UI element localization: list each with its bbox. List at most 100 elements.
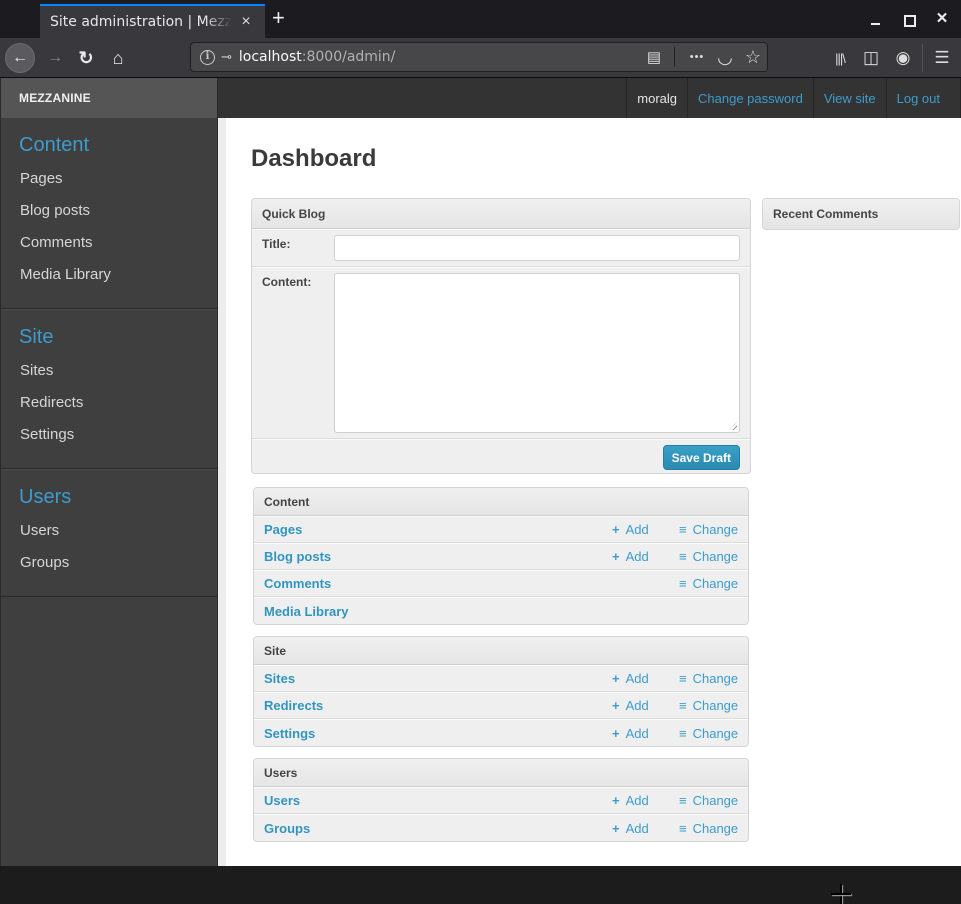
add-link[interactable]: + Add: [612, 726, 649, 741]
model-row: Redirects + Add ≡ Change: [254, 692, 748, 719]
plus-icon: +: [612, 725, 620, 741]
change-link[interactable]: ≡ Change: [679, 522, 738, 537]
change-link[interactable]: ≡ Change: [679, 793, 738, 808]
change-label: Change: [692, 522, 739, 537]
site-info-icon[interactable]: i: [200, 49, 215, 65]
url-path: :8000/admin/: [301, 49, 396, 65]
model-link-pages[interactable]: Pages: [254, 522, 302, 537]
url-separator: [674, 47, 675, 67]
list-icon: ≡: [679, 820, 687, 836]
model-link-settings[interactable]: Settings: [254, 726, 315, 741]
more-actions-icon[interactable]: •••: [683, 51, 711, 63]
add-link[interactable]: + Add: [612, 522, 649, 537]
model-link-comments[interactable]: Comments: [254, 576, 331, 591]
content-textarea[interactable]: [334, 273, 740, 433]
add-label: Add: [625, 725, 649, 741]
sidebar-item-settings[interactable]: Settings: [1, 424, 217, 456]
change-label: Change: [692, 793, 739, 808]
list-icon: ≡: [679, 576, 687, 591]
model-row: Users + Add ≡ Change: [254, 787, 748, 814]
change-link[interactable]: ≡ Change: [679, 726, 738, 741]
quick-blog-panel: Quick Blog Title: Content: Save Draft: [251, 198, 751, 474]
change-password-link[interactable]: Change password: [687, 78, 813, 118]
admin-sidebar: MEZZANINE Content Pages Blog posts Comments…: [0, 78, 218, 866]
sidebar-heading: Content: [19, 134, 90, 156]
sidebar-item-media-library[interactable]: Media Library: [1, 264, 217, 296]
change-link[interactable]: ≡ Change: [679, 671, 738, 686]
change-label: Change: [692, 698, 739, 713]
save-draft-button[interactable]: Save Draft: [662, 445, 740, 470]
plus-icon: +: [612, 698, 620, 713]
admin-topbar: moralg Change password View site Log out: [218, 78, 961, 118]
model-link-blog-posts[interactable]: Blog posts: [254, 549, 331, 564]
list-icon: ≡: [679, 793, 687, 808]
sidebar-item-blog-posts[interactable]: Blog posts: [1, 200, 217, 232]
home-button[interactable]: ⌂: [103, 43, 133, 73]
bookmark-star-icon[interactable]: ☆: [739, 47, 767, 68]
change-link[interactable]: ≡ Change: [679, 698, 738, 713]
sidebar-item-comments[interactable]: Comments: [1, 232, 217, 264]
sidebar-heading: Users: [19, 486, 72, 508]
back-button[interactable]: ←: [5, 43, 35, 73]
browser-tab-active[interactable]: Site administration | Mezzanine ×: [40, 4, 265, 38]
window-minimize-button[interactable]: [866, 10, 884, 28]
menu-button[interactable]: ☰: [928, 43, 956, 73]
plus-icon: +: [612, 549, 620, 564]
list-icon: ≡: [679, 671, 687, 686]
change-link[interactable]: ≡ Change: [679, 576, 738, 591]
library-button[interactable]: |||\: [826, 43, 854, 73]
tab-close-icon[interactable]: ×: [237, 13, 255, 31]
sidebar-heading: Site: [19, 326, 54, 348]
model-link-media-library[interactable]: Media Library: [254, 604, 349, 619]
list-icon: ≡: [679, 522, 687, 537]
sidebar-toggle-button[interactable]: ◫: [857, 43, 885, 73]
add-link[interactable]: + Add: [612, 549, 649, 564]
add-link[interactable]: + Add: [612, 671, 649, 686]
sidebar-section-users: Users Users Groups: [1, 469, 217, 597]
resize-grip-icon[interactable]: [729, 422, 737, 430]
sidebar-item-sites[interactable]: Sites: [1, 360, 217, 392]
reload-button[interactable]: ↻: [71, 43, 101, 73]
crosshair-cursor-icon: [831, 884, 851, 904]
add-link[interactable]: + Add: [612, 698, 649, 713]
app-module-site: Site Sites + Add ≡ Change Redirects + Add ≡ Change…: [253, 636, 749, 747]
title-input[interactable]: [334, 235, 740, 261]
window-close-button[interactable]: ✕: [933, 10, 951, 28]
hamburger-menu-icon: ☰: [934, 48, 950, 67]
content-gutter: [218, 118, 226, 866]
change-link[interactable]: ≡ Change: [679, 549, 738, 564]
toolbar-separator: [922, 44, 923, 72]
app-module-heading: Content: [254, 488, 748, 516]
pocket-icon[interactable]: ◡: [711, 47, 739, 68]
account-button[interactable]: ◉: [889, 43, 917, 73]
model-link-groups[interactable]: Groups: [254, 821, 310, 836]
model-link-redirects[interactable]: Redirects: [254, 698, 323, 713]
sidebar-item-pages[interactable]: Pages: [1, 168, 217, 200]
sidebar-item-groups[interactable]: Groups: [1, 552, 217, 584]
view-site-link[interactable]: View site: [812, 78, 886, 118]
url-text[interactable]: localhost:8000/admin/: [239, 49, 396, 65]
title-label: Title:: [262, 237, 291, 251]
model-link-sites[interactable]: Sites: [254, 671, 295, 686]
model-link-users[interactable]: Users: [254, 793, 300, 808]
new-tab-button[interactable]: +: [272, 7, 285, 29]
tab-title: Site administration | Mezzanine: [50, 14, 232, 30]
model-row: Pages + Add ≡ Change: [254, 516, 748, 543]
sidebar-item-users[interactable]: Users: [1, 520, 217, 552]
reader-view-icon[interactable]: ▤: [640, 48, 668, 66]
sidebar-item-redirects[interactable]: Redirects: [1, 392, 217, 424]
change-label: Change: [692, 549, 739, 564]
change-label: Change: [692, 671, 739, 686]
log-out-link[interactable]: Log out: [885, 78, 961, 118]
window-maximize-button[interactable]: [900, 10, 918, 28]
add-link[interactable]: + Add: [612, 821, 649, 836]
change-link[interactable]: ≡ Change: [679, 821, 738, 836]
key-icon[interactable]: ⊸: [221, 49, 232, 65]
main-content: Dashboard Quick Blog Title: Content: Sav…: [226, 118, 961, 866]
add-link[interactable]: + Add: [612, 793, 649, 808]
recent-comments-heading: Recent Comments: [763, 199, 959, 229]
browser-navbar: ← → ↻ ⌂ i ⊸ localhost:8000/admin/ ▤ ••• …: [0, 38, 961, 78]
url-bar[interactable]: i ⊸ localhost:8000/admin/ ▤ ••• ◡ ☆: [190, 42, 768, 72]
brand-logo[interactable]: MEZZANINE: [1, 78, 217, 118]
forward-button[interactable]: →: [40, 43, 70, 73]
